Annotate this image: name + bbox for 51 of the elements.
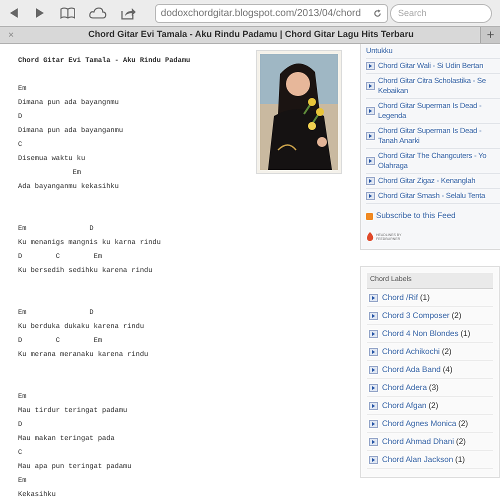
label-link[interactable]: Chord Afgan — [382, 400, 426, 412]
label-count: (2) — [428, 400, 438, 412]
bullet-icon — [369, 420, 378, 428]
cloud-icon[interactable] — [89, 7, 108, 19]
bullet-icon — [366, 177, 375, 185]
forward-icon[interactable] — [34, 7, 46, 19]
new-tab-button[interactable]: + — [480, 27, 500, 43]
label-count: (4) — [442, 364, 452, 376]
bullet-icon — [366, 107, 375, 115]
bullet-icon — [369, 348, 378, 356]
label-count: (1) — [455, 454, 465, 466]
url-field[interactable]: dodoxchordgitar.blogspot.com/2013/04/chord — [154, 4, 388, 22]
book-icon[interactable] — [60, 7, 76, 19]
label-count: (3) — [428, 382, 439, 394]
bullet-icon — [366, 157, 375, 165]
label-link[interactable]: Chord Agnes Monica — [382, 418, 456, 430]
bullet-icon — [366, 82, 375, 90]
bullet-icon — [369, 312, 378, 320]
tab-title[interactable]: Chord Gitar Evi Tamala - Aku Rindu Padamu | Chord Gitar Lagu Hits Terbaru — [22, 28, 480, 42]
bullet-icon — [369, 384, 378, 392]
label-link[interactable]: Chord 4 Non Blondes — [382, 328, 458, 340]
label-link[interactable]: Chord Alan Jackson — [382, 454, 454, 466]
bullet-icon — [369, 294, 378, 302]
bullet-icon — [369, 366, 378, 374]
label-count: (2) — [456, 436, 466, 448]
subscribe-link[interactable]: Subscribe to this Feed — [376, 210, 456, 222]
reload-icon[interactable] — [373, 8, 382, 18]
search-field[interactable]: Search — [390, 4, 492, 22]
bullet-icon — [366, 192, 375, 200]
url-text: dodoxchordgitar.blogspot.com/2013/04/chord — [160, 6, 362, 20]
flame-icon — [366, 232, 374, 241]
label-link[interactable]: Chord Achikochi — [382, 346, 440, 358]
bullet-icon — [369, 456, 378, 464]
label-link[interactable]: Chord Adera — [382, 382, 427, 394]
label-link[interactable]: Chord /Rif — [382, 292, 418, 304]
back-icon[interactable] — [8, 7, 20, 19]
share-icon[interactable] — [121, 6, 137, 20]
bullet-icon — [369, 438, 378, 446]
label-count: (2) — [442, 346, 452, 358]
label-link[interactable]: Chord Ahmad Dhani — [382, 436, 454, 448]
bullet-icon — [369, 330, 378, 338]
bullet-icon — [366, 132, 375, 140]
label-link[interactable]: Chord 3 Composer — [382, 310, 450, 322]
label-count: (2) — [458, 418, 468, 430]
label-count: (2) — [452, 310, 462, 322]
label-count: (1) — [420, 292, 430, 304]
label-link[interactable]: Chord Ada Band — [382, 364, 441, 376]
bullet-icon — [369, 402, 378, 410]
bullet-icon — [366, 62, 375, 70]
label-count: (1) — [460, 328, 470, 340]
rss-icon — [366, 212, 373, 220]
